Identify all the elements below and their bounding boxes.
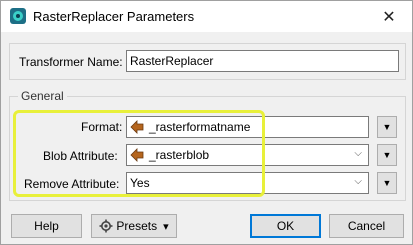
highlight-box	[13, 110, 265, 197]
chevron-down-icon: ⌵	[354, 176, 362, 187]
cancel-button[interactable]: Cancel	[329, 214, 404, 238]
chevron-down-icon: ▼	[382, 122, 392, 132]
close-button[interactable]: ✕	[366, 1, 412, 32]
window-title: RasterReplacer Parameters	[33, 9, 195, 24]
remove-attribute-menu-button[interactable]: ▼	[377, 172, 397, 194]
chevron-down-icon: ▼	[382, 178, 392, 188]
app-icon	[10, 8, 26, 24]
dialog-window: RasterReplacer Parameters ✕ Transformer …	[0, 0, 413, 245]
gear-icon	[99, 219, 113, 233]
ok-button[interactable]: OK	[250, 214, 321, 238]
transformer-name-label: Transformer Name:	[19, 55, 123, 69]
chevron-down-icon: ⌵	[354, 148, 362, 159]
transformer-name-value: RasterReplacer	[130, 54, 214, 68]
format-menu-button[interactable]: ▼	[377, 116, 397, 138]
help-button[interactable]: Help	[11, 214, 82, 238]
general-group-title: General	[18, 89, 67, 103]
title-bar: RasterReplacer Parameters ✕	[1, 1, 412, 32]
chevron-down-icon: ▾	[163, 220, 169, 233]
chevron-down-icon: ▼	[382, 150, 392, 160]
presets-button[interactable]: Presets ▾	[91, 214, 177, 238]
transformer-name-input[interactable]: RasterReplacer	[126, 50, 399, 72]
presets-label: Presets	[116, 219, 158, 233]
blob-attribute-menu-button[interactable]: ▼	[377, 144, 397, 166]
